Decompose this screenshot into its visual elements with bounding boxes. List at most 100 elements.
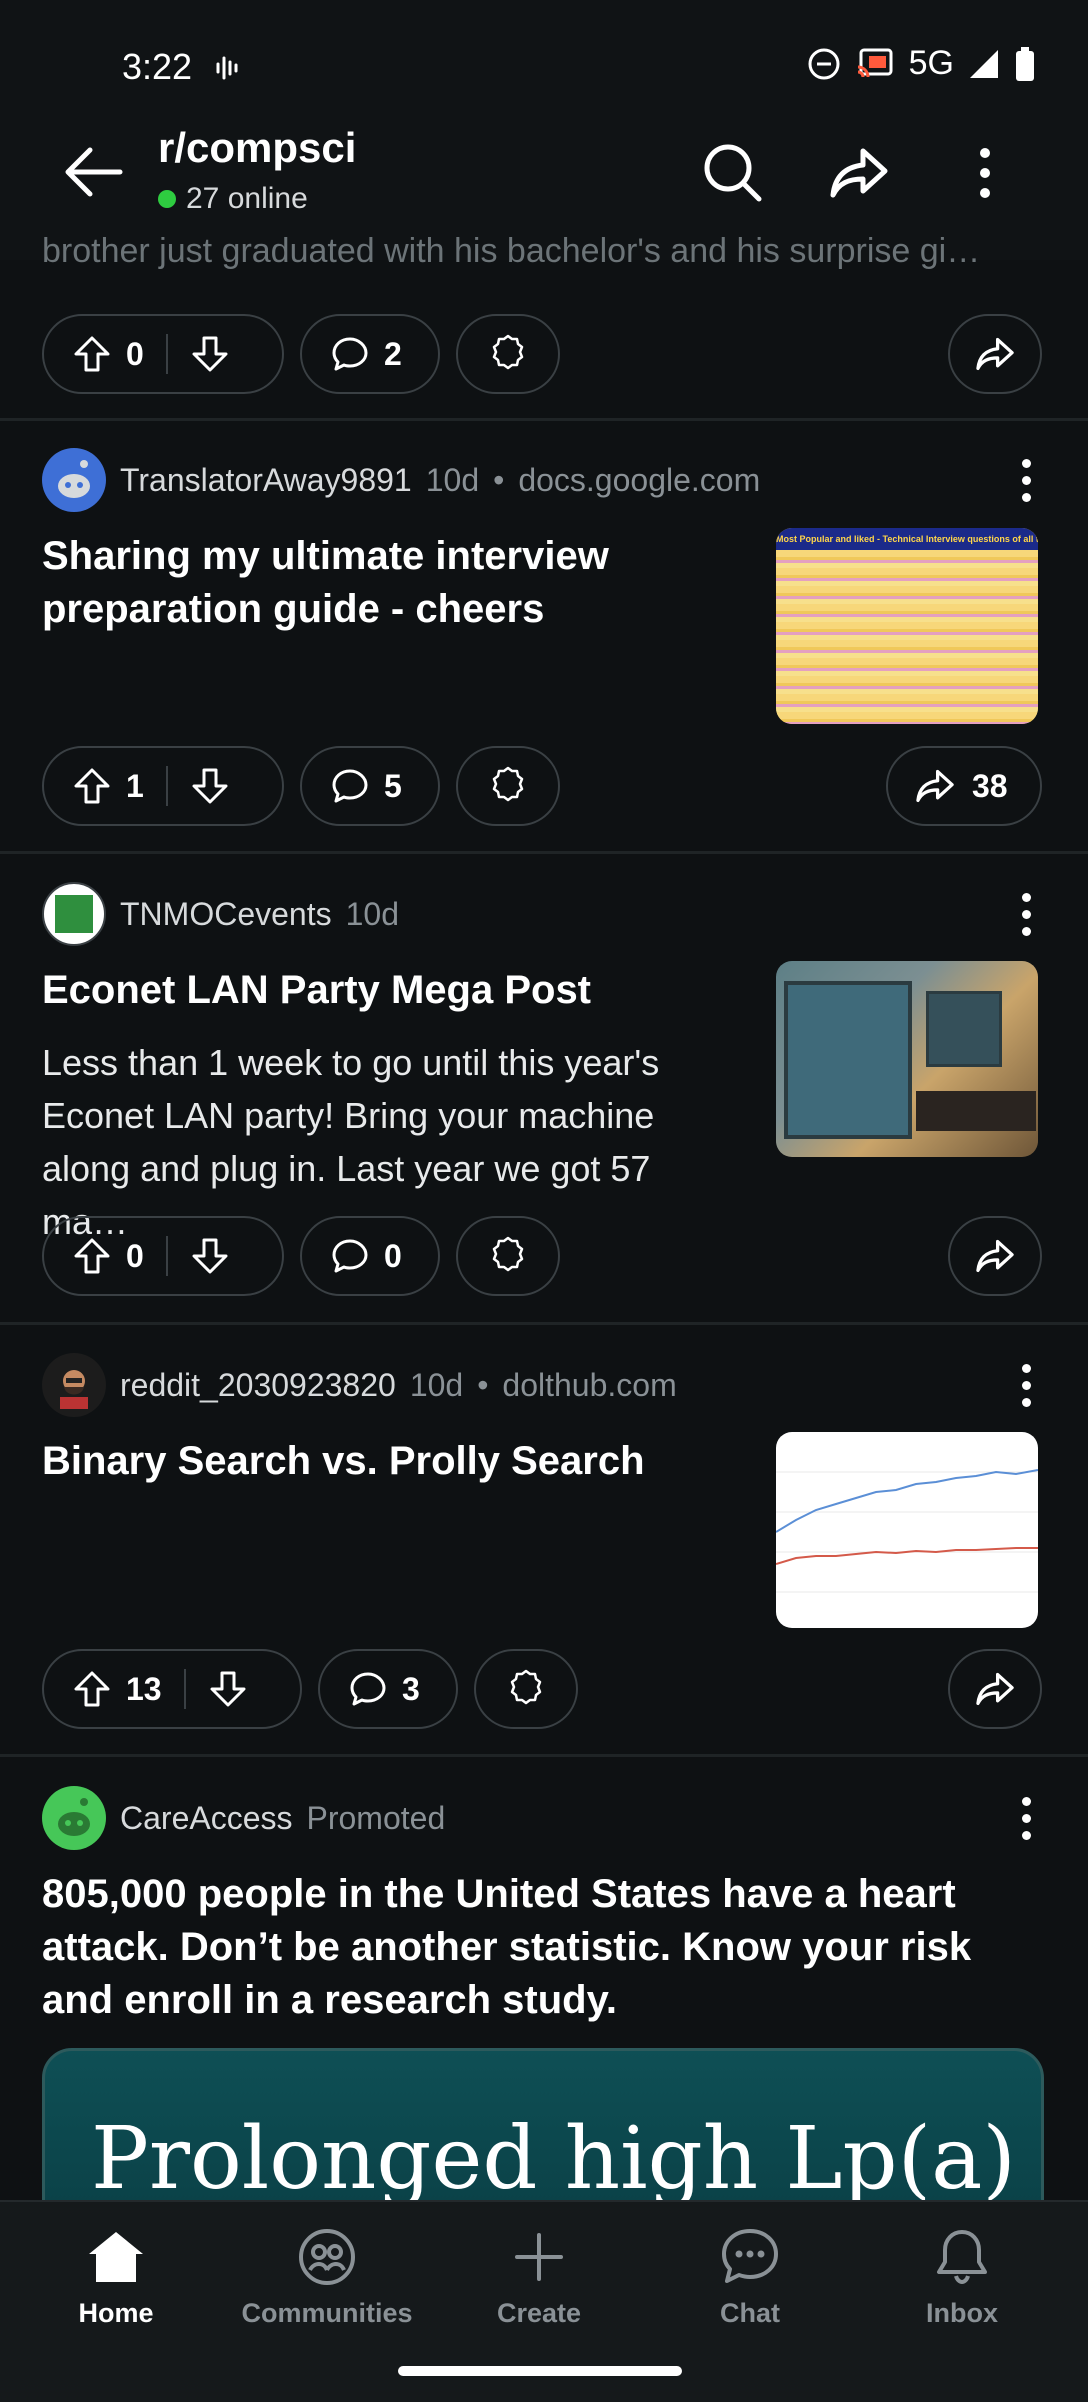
promoted-label: Promoted bbox=[306, 1799, 446, 1836]
nav-inbox-label: Inbox bbox=[926, 2298, 998, 2328]
post-domain[interactable]: dolthub.com bbox=[502, 1367, 676, 1404]
vote-control: 1 bbox=[42, 746, 284, 826]
online-count: 27 online bbox=[158, 182, 308, 216]
award-button[interactable] bbox=[456, 1216, 560, 1296]
vote-count: 0 bbox=[126, 1237, 144, 1274]
vote-control: 13 bbox=[42, 1649, 302, 1729]
share-icon bbox=[976, 1239, 1014, 1273]
post-divider bbox=[0, 851, 1088, 854]
comment-count: 0 bbox=[384, 1237, 402, 1274]
share-subreddit-button[interactable] bbox=[824, 138, 894, 208]
award-icon bbox=[492, 1236, 524, 1272]
vote-control: 0 bbox=[42, 314, 284, 394]
meta-separator: • bbox=[493, 461, 505, 498]
gesture-home-indicator[interactable] bbox=[398, 2366, 682, 2376]
post-domain[interactable]: docs.google.com bbox=[518, 462, 760, 499]
comments-button[interactable]: 2 bbox=[300, 314, 440, 394]
nav-communities[interactable]: Communities bbox=[237, 2222, 417, 2329]
thumbnail-caption: Most Popular and liked - Technical Inter… bbox=[776, 528, 1038, 550]
snoo-avatar-icon bbox=[58, 1798, 90, 1836]
search-button[interactable] bbox=[698, 138, 768, 208]
downvote-icon[interactable] bbox=[208, 1669, 248, 1709]
post-age: 10d bbox=[409, 1366, 464, 1403]
award-button[interactable] bbox=[456, 746, 560, 826]
museum-logo-icon bbox=[55, 895, 93, 933]
line-chart-image bbox=[776, 1469, 1038, 1593]
do-not-disturb-icon bbox=[808, 48, 840, 79]
home-icon bbox=[89, 2232, 143, 2282]
post-title[interactable]: Binary Search vs. Prolly Search bbox=[42, 1435, 702, 1488]
vote-control: 0 bbox=[42, 1216, 284, 1296]
comments-button[interactable]: 3 bbox=[318, 1649, 458, 1729]
ad-author[interactable]: CareAccess bbox=[120, 1800, 293, 1837]
award-button[interactable] bbox=[456, 314, 560, 394]
share-button[interactable] bbox=[948, 1649, 1042, 1729]
nav-create[interactable]: Create bbox=[449, 2222, 629, 2329]
ad-options-button[interactable] bbox=[1006, 1788, 1046, 1848]
post-divider bbox=[0, 1322, 1088, 1325]
post-author[interactable]: reddit_2030923820 bbox=[120, 1367, 396, 1404]
overflow-menu-button[interactable] bbox=[950, 138, 1020, 208]
online-dot-icon bbox=[158, 190, 176, 208]
share-icon bbox=[976, 1672, 1014, 1706]
post-thumbnail[interactable]: Most Popular and liked - Technical Inter… bbox=[776, 528, 1038, 724]
post-options-button[interactable] bbox=[1006, 1355, 1046, 1415]
post-thumbnail[interactable] bbox=[776, 1432, 1038, 1628]
comments-button[interactable]: 5 bbox=[300, 746, 440, 826]
comment-count: 2 bbox=[384, 335, 402, 372]
share-count: 38 bbox=[972, 767, 1008, 804]
snoo-avatar-icon bbox=[58, 460, 90, 498]
downvote-icon[interactable] bbox=[190, 766, 230, 806]
downvote-icon[interactable] bbox=[190, 334, 230, 374]
battery-icon bbox=[1016, 46, 1034, 81]
share-icon bbox=[830, 148, 888, 198]
avatar[interactable] bbox=[42, 448, 106, 512]
post-author[interactable]: TranslatorAway9891 bbox=[120, 462, 412, 499]
back-button[interactable] bbox=[58, 136, 130, 208]
share-button[interactable] bbox=[948, 314, 1042, 394]
post-age: 10d bbox=[425, 461, 480, 498]
post-meta: TNMOCevents 10d bbox=[42, 882, 399, 946]
downvote-icon[interactable] bbox=[190, 1236, 230, 1276]
share-button[interactable]: 38 bbox=[886, 746, 1042, 826]
nav-chat-label: Chat bbox=[720, 2298, 780, 2328]
nav-home[interactable]: Home bbox=[26, 2222, 206, 2329]
upvote-icon[interactable] bbox=[72, 334, 112, 374]
post-options-button[interactable] bbox=[1006, 884, 1046, 944]
post-title[interactable]: Econet LAN Party Mega Post bbox=[42, 964, 702, 1017]
avatar[interactable] bbox=[42, 1786, 106, 1850]
previous-post-excerpt: brother just graduated with his bachelor… bbox=[42, 232, 981, 270]
vote-count: 1 bbox=[126, 767, 144, 804]
nav-communities-label: Communities bbox=[241, 2298, 413, 2328]
upvote-icon[interactable] bbox=[72, 1669, 112, 1709]
signal-icon bbox=[970, 49, 998, 78]
ad-title[interactable]: 805,000 people in the United States have… bbox=[42, 1868, 1022, 2027]
post-thumbnail[interactable] bbox=[776, 961, 1038, 1157]
post-title[interactable]: Sharing my ultimate interview preparatio… bbox=[42, 530, 702, 636]
award-button[interactable] bbox=[474, 1649, 578, 1729]
comment-count: 3 bbox=[402, 1670, 420, 1707]
comment-count: 5 bbox=[384, 767, 402, 804]
comments-button[interactable]: 0 bbox=[300, 1216, 440, 1296]
upvote-icon[interactable] bbox=[72, 1236, 112, 1276]
avatar[interactable] bbox=[42, 882, 106, 946]
back-arrow-icon bbox=[65, 147, 123, 197]
ad-card-headline: Prolonged high Lp(a) bbox=[91, 2109, 1016, 2209]
post-options-button[interactable] bbox=[1006, 450, 1046, 510]
crt-monitor-image bbox=[926, 991, 1002, 1067]
status-time: 3:22 bbox=[122, 46, 193, 87]
plus-icon bbox=[515, 2233, 563, 2281]
share-button[interactable] bbox=[948, 1216, 1042, 1296]
nav-inbox[interactable]: Inbox bbox=[872, 2222, 1052, 2329]
post-author[interactable]: TNMOCevents bbox=[120, 896, 332, 933]
avatar[interactable] bbox=[42, 1353, 106, 1417]
subreddit-name[interactable]: r/compsci bbox=[158, 124, 356, 172]
post-divider bbox=[0, 1754, 1088, 1757]
keyboard-image bbox=[916, 1091, 1036, 1131]
nav-chat[interactable]: Chat bbox=[660, 2222, 840, 2329]
upvote-icon[interactable] bbox=[72, 766, 112, 806]
post-age: 10d bbox=[345, 895, 399, 932]
status-icons: 5G bbox=[807, 44, 1036, 83]
post-meta: reddit_2030923820 10d • dolthub.com bbox=[42, 1353, 677, 1417]
voice-wave-icon bbox=[216, 56, 238, 80]
